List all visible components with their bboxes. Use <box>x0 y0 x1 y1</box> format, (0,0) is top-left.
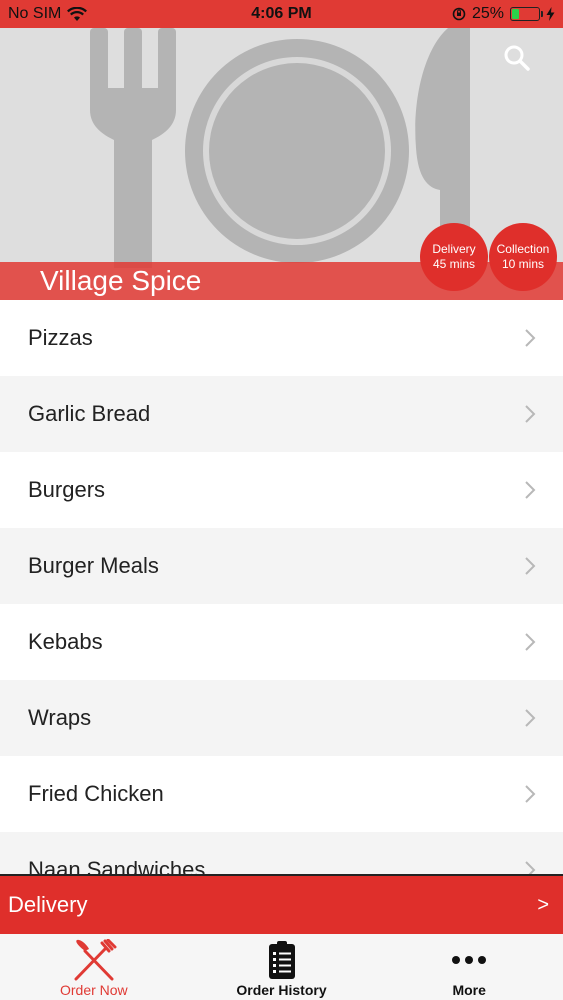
chevron-right-icon <box>525 557 536 575</box>
category-row[interactable]: Wraps <box>0 680 563 756</box>
delivery-mode-bar[interactable]: Delivery > <box>0 874 563 934</box>
bottom-tab-bar: Order Now Order History More <box>0 934 563 1000</box>
charging-bolt-icon <box>546 7 555 21</box>
chevron-right-icon <box>525 481 536 499</box>
orientation-lock-icon <box>452 7 466 21</box>
category-row[interactable]: Naan Sandwiches <box>0 832 563 874</box>
status-right: 25% <box>452 5 555 23</box>
category-label: Burgers <box>28 477 106 502</box>
tab-label: Order History <box>236 982 327 998</box>
category-row[interactable]: Burgers <box>0 452 563 528</box>
chevron-right-icon <box>525 633 536 651</box>
delivery-arrow-icon: > <box>537 893 549 916</box>
delivery-time-badge: Delivery 45 mins <box>420 223 488 291</box>
carrier-label: No SIM <box>8 5 62 22</box>
category-label: Garlic Bread <box>28 401 151 426</box>
category-row[interactable]: Burger Meals <box>0 528 563 604</box>
collection-time-badge: Collection 10 mins <box>489 223 557 291</box>
status-left: No SIM <box>8 5 88 23</box>
menu-category-list[interactable]: Pizzas Garlic Bread Burgers Burger Meals… <box>0 300 563 874</box>
chevron-right-icon <box>525 405 536 423</box>
tab-label: Order Now <box>59 982 128 998</box>
category-label: Kebabs <box>28 629 103 654</box>
tab-order-now[interactable]: Order Now <box>0 934 188 1000</box>
chevron-right-icon <box>525 861 536 874</box>
collection-badge-label: Collection <box>496 242 550 256</box>
restaurant-name: Village Spice <box>40 265 202 296</box>
category-row[interactable]: Garlic Bread <box>0 376 563 452</box>
category-label: Wraps <box>28 705 92 730</box>
delivery-badge-value: 45 mins <box>432 257 476 271</box>
collection-badge-value: 10 mins <box>501 257 545 271</box>
chevron-right-icon <box>525 329 536 347</box>
category-label: Naan Sandwiches <box>28 857 206 874</box>
category-row[interactable]: Pizzas <box>0 300 563 376</box>
clipboard-list-icon <box>268 941 295 979</box>
search-icon[interactable] <box>501 42 533 74</box>
delivery-badge-label: Delivery <box>432 242 476 256</box>
battery-percent: 25% <box>471 5 504 22</box>
fork-knife-icon <box>74 939 117 981</box>
chevron-right-icon <box>525 709 536 727</box>
category-row[interactable]: Kebabs <box>0 604 563 680</box>
restaurant-hero: Village Spice Delivery 45 mins Collectio… <box>0 28 563 300</box>
category-label: Burger Meals <box>28 553 159 578</box>
category-label: Fried Chicken <box>28 781 164 806</box>
wifi-icon <box>67 6 88 21</box>
tab-label: More <box>452 982 486 998</box>
chevron-right-icon <box>525 785 536 803</box>
battery-icon <box>510 7 543 21</box>
category-row[interactable]: Fried Chicken <box>0 756 563 832</box>
status-bar: No SIM 4:06 PM 25% <box>0 0 563 28</box>
tab-order-history[interactable]: Order History <box>188 934 376 1000</box>
tab-more[interactable]: More <box>375 934 563 1000</box>
category-label: Pizzas <box>28 325 93 350</box>
delivery-mode-label: Delivery <box>8 892 88 917</box>
more-dots-icon <box>452 956 487 964</box>
